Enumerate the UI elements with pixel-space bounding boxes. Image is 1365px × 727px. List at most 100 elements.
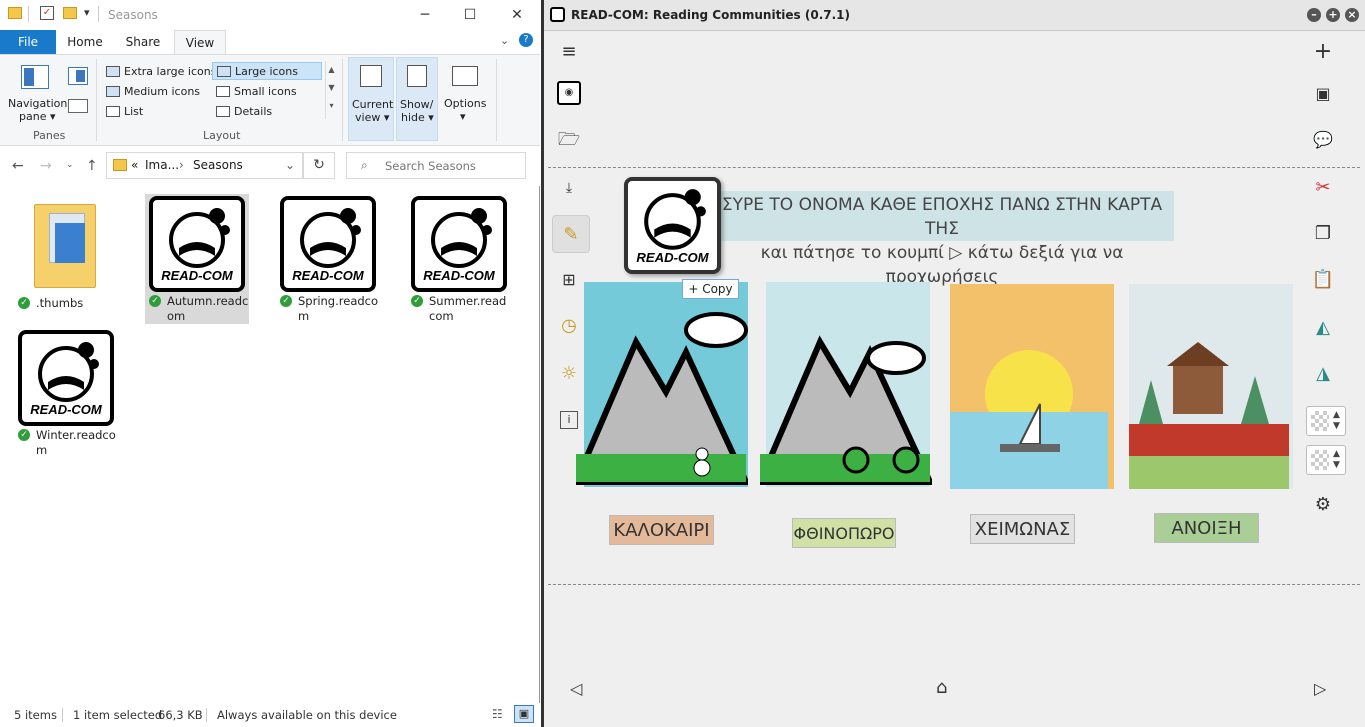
search-input[interactable] (385, 157, 521, 175)
layout-extra-large-icons[interactable]: Extra large icons (102, 63, 216, 81)
current-view-icon (360, 65, 382, 87)
maximize-button[interactable]: + (1326, 8, 1340, 22)
tab-view[interactable]: View (174, 30, 226, 54)
back-icon[interactable]: ← (12, 158, 24, 174)
tab-file[interactable]: File (0, 30, 56, 54)
label-winter[interactable]: ΧΕΙΜΩΝΑΣ (970, 514, 1075, 544)
file-autumn[interactable]: READ-COM ✓ Autumn.readcom (145, 194, 249, 324)
card-winter[interactable] (576, 282, 748, 487)
svg-text:READ-COM: READ-COM (423, 268, 496, 283)
file-explorer-window: ✓ ▾ Seasons ─ ☐ ✕ File Home Share View ⌄… (0, 0, 540, 727)
readcom-logo-icon: READ-COM (18, 330, 114, 426)
card-autumn[interactable] (760, 282, 932, 487)
label-summer[interactable]: ΚΑΛΟΚΑΙΡΙ (609, 515, 714, 545)
dragged-readcom-logo[interactable]: READ-COM (624, 177, 721, 274)
file-summer[interactable]: READ-COM ✓ Summer.readcom (407, 194, 511, 324)
list-icon (106, 106, 120, 117)
label-spring[interactable]: ΑΝΟΙΞΗ (1154, 513, 1259, 543)
home-icon[interactable]: ⌂ (936, 677, 947, 698)
close-button[interactable]: ✕ (502, 4, 532, 26)
layout-small-icons[interactable]: Small icons (212, 83, 322, 101)
nav-pane-label[interactable]: Navigation (8, 97, 67, 110)
file-thumbs[interactable]: ✓ .thumbs (14, 196, 118, 326)
divider (28, 6, 29, 22)
large-icons-view-icon[interactable]: ▣ (514, 705, 534, 723)
address-bar[interactable]: « Ima... › Seasons ⌄ (106, 152, 303, 179)
quick-access-dropdown-icon[interactable]: ▾ (84, 6, 90, 19)
close-button[interactable]: × (1345, 8, 1359, 22)
divider (62, 708, 63, 722)
help-icon[interactable]: ? (519, 33, 533, 47)
comment-icon[interactable]: 💬 (1310, 127, 1336, 153)
new-folder-icon[interactable] (63, 7, 77, 19)
card-summer[interactable] (950, 284, 1114, 489)
options-button[interactable]: Options ▾ (440, 57, 490, 141)
svg-text:READ-COM: READ-COM (636, 250, 709, 265)
minimize-button[interactable]: – (1307, 8, 1321, 22)
maximize-button[interactable]: ☐ (455, 4, 485, 26)
large-icons-icon (217, 66, 231, 77)
breadcrumb-seasons[interactable]: Seasons (193, 158, 243, 172)
card-spring[interactable] (1129, 284, 1293, 489)
layout-scroll[interactable]: ▲ ▼ ▾ (325, 61, 337, 119)
nav-pane-label-2[interactable]: pane ▾ (19, 110, 56, 123)
folder-icon (113, 159, 127, 171)
show-hide-icon (407, 65, 427, 87)
layout-large-icons[interactable]: Large icons (212, 62, 322, 80)
chevron-down-icon[interactable]: ⌄ (500, 34, 509, 47)
layout-details[interactable]: Details (212, 103, 322, 121)
next-icon[interactable]: ▷ (1314, 679, 1326, 698)
preview-pane-icon[interactable] (68, 67, 88, 85)
file-name: Autumn.readcom (167, 294, 249, 323)
forward-icon[interactable]: → (40, 158, 52, 174)
readcom-logo-icon: READ-COM (280, 196, 376, 292)
menu-icon[interactable]: ≡ (556, 39, 582, 65)
instruction-text: ΣΥΡΕ ΤΟ ΟΝΟΜΑ ΚΑΘΕ ΕΠΟΧΗΣ ΠΑΝΩ ΣΤΗΝ ΚΑΡΤ… (710, 191, 1174, 287)
refresh-icon: ↻ (313, 157, 325, 173)
ribbon-tabs: File Home Share View ⌄ ? (0, 30, 540, 54)
svg-text:READ-COM: READ-COM (30, 402, 103, 417)
tab-share[interactable]: Share (118, 30, 168, 54)
instruction-line-1: ΣΥΡΕ ΤΟ ΟΝΟΜΑ ΚΑΘΕ ΕΠΟΧΗΣ ΠΑΝΩ ΣΤΗΝ ΚΑΡΤ… (721, 195, 1163, 239)
file-winter[interactable]: READ-COM ✓ Winter.readcom (14, 328, 118, 458)
explorer-title-bar: ✓ ▾ Seasons ─ ☐ ✕ (0, 0, 540, 30)
medium-icons-icon (106, 86, 120, 97)
layout-list[interactable]: List (102, 103, 210, 121)
image-icon[interactable]: ▣ (1310, 81, 1336, 107)
recent-locations-icon[interactable]: ⌄ (66, 160, 74, 170)
show-hide-button[interactable]: Show/ hide ▾ (396, 57, 438, 141)
label-autumn[interactable]: ΦΘΙΝΟΠΩΡΟ (792, 518, 896, 548)
up-icon[interactable]: ↑ (86, 158, 98, 174)
tab-home[interactable]: Home (60, 30, 110, 54)
current-view-button[interactable]: Current view ▾ (348, 57, 394, 141)
app-logo-icon (550, 7, 565, 22)
open-folder-icon[interactable]: 🗁 (556, 127, 582, 153)
minimize-button[interactable]: ─ (410, 4, 440, 26)
availability-status: Always available on this device (217, 708, 397, 722)
folder-icon (34, 204, 96, 288)
folder-icon (8, 7, 22, 19)
search-box[interactable]: ⌕ (346, 152, 526, 179)
divider (96, 59, 97, 141)
file-spring[interactable]: READ-COM ✓ Spring.readcom (276, 194, 380, 324)
details-pane-icon[interactable] (68, 99, 88, 113)
add-icon[interactable]: + (1310, 39, 1336, 65)
divider (98, 6, 99, 22)
file-name: Spring.readcom (298, 294, 379, 323)
breadcrumb-images[interactable]: Ima... (145, 158, 179, 172)
refresh-button[interactable]: ↻ (303, 152, 335, 179)
previous-icon[interactable]: ◁ (570, 679, 582, 698)
navigation-pane-icon[interactable] (21, 65, 49, 89)
breadcrumb-separator: › (179, 158, 184, 172)
layout-medium-icons[interactable]: Medium icons (102, 83, 210, 101)
breadcrumb-overflow[interactable]: « (131, 158, 138, 172)
app-logo-icon[interactable]: ◉ (557, 81, 581, 105)
svg-text:READ-COM: READ-COM (292, 268, 365, 283)
readcom-workspace: ≡ ◉ 🗁 ⤓ ✎ ⊞ ◷ ☼ i + ▣ 💬 ✂ ❐ 📋 ◭ ◮ ▲ ▼ ▲ ▼ … (544, 31, 1365, 727)
details-view-icon[interactable]: ☷ (492, 707, 503, 721)
address-dropdown-icon[interactable]: ⌄ (285, 158, 295, 172)
window-title: Seasons (108, 8, 158, 22)
window-title: READ-COM: Reading Communities (0.7.1) (571, 8, 851, 22)
panes-group-label: Panes (33, 129, 66, 142)
properties-icon[interactable]: ✓ (40, 6, 54, 20)
